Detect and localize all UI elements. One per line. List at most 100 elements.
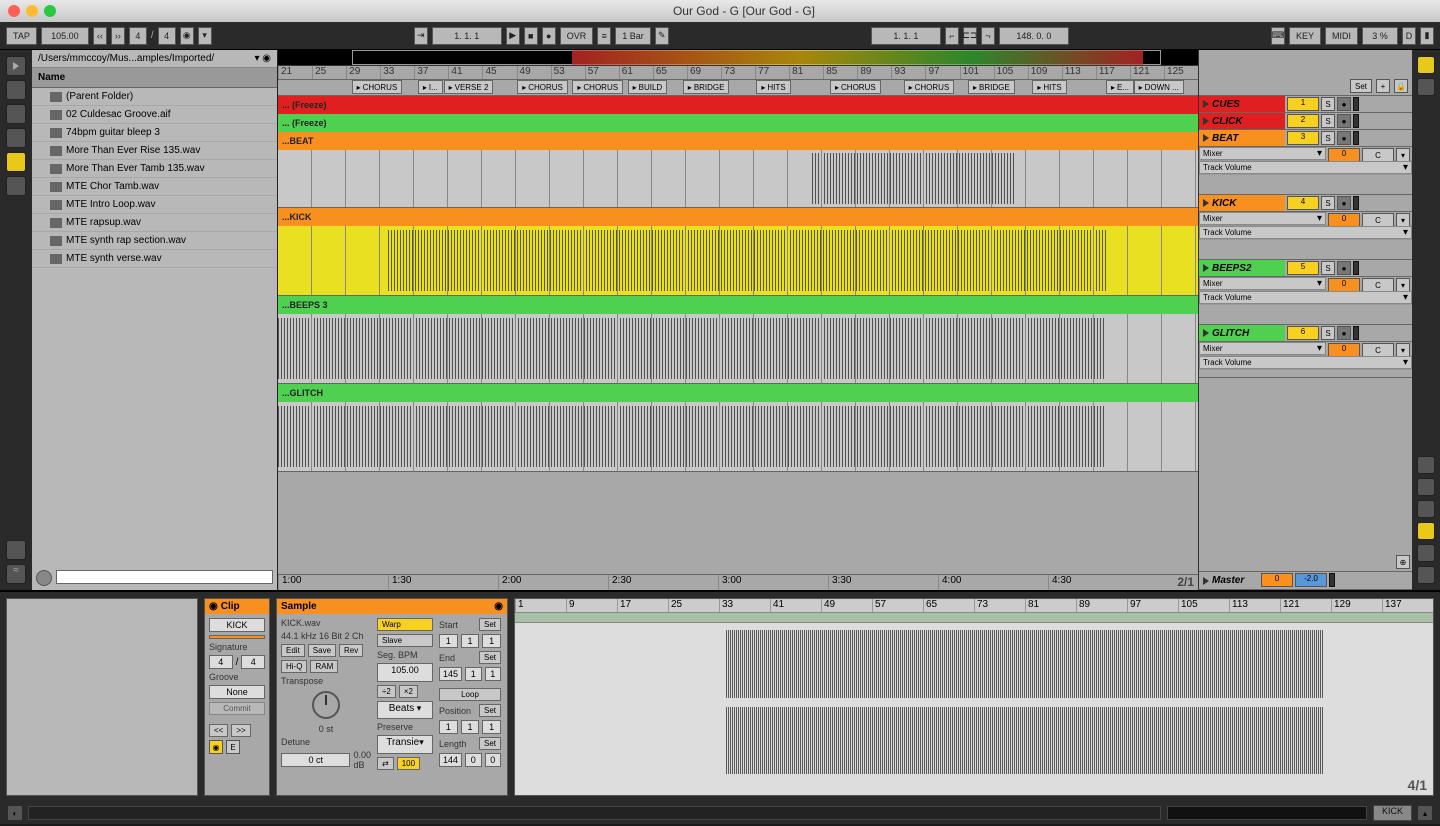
- send-field[interactable]: 0: [1328, 213, 1360, 227]
- locator-set-button[interactable]: Set: [1350, 79, 1372, 93]
- sample-reverse-button[interactable]: Rev: [339, 644, 363, 657]
- track-lane[interactable]: ...BEEPS 3: [278, 296, 1198, 314]
- end-field[interactable]: 1: [485, 667, 501, 681]
- expand-icon[interactable]: ▾: [1396, 213, 1410, 227]
- transients-select[interactable]: Transie▾: [377, 735, 433, 754]
- track-lane[interactable]: [278, 226, 1198, 296]
- locator-marker[interactable]: CHORUS: [352, 80, 403, 94]
- track-fold-icon[interactable]: [1203, 199, 1209, 207]
- segbpm-double-button[interactable]: ×2: [399, 685, 418, 698]
- track-name[interactable]: KICK: [1212, 198, 1236, 209]
- mixer-icon[interactable]: [1417, 522, 1435, 540]
- arrangement-view-icon[interactable]: [1417, 78, 1435, 96]
- loop-button[interactable]: ⊏⊐: [963, 27, 977, 45]
- track-delay-icon[interactable]: [1417, 544, 1435, 562]
- master-send[interactable]: 0: [1261, 573, 1293, 587]
- follow-button[interactable]: ⇥: [414, 27, 428, 45]
- segbpm-half-button[interactable]: ÷2: [377, 685, 396, 698]
- locator-lane[interactable]: CHORUSI...VERSE 2CHORUSCHORUSBUILDBRIDGE…: [278, 80, 1198, 96]
- quantize-menu[interactable]: 1 Bar: [615, 27, 651, 45]
- warp-mode-select[interactable]: Beats ▾: [377, 701, 433, 720]
- track-lane[interactable]: ...KICK: [278, 208, 1198, 226]
- track-number[interactable]: 5: [1287, 261, 1319, 275]
- punch-out-button[interactable]: ¬: [981, 27, 995, 45]
- close-window-button[interactable]: [8, 5, 20, 17]
- solo-button[interactable]: S: [1321, 131, 1335, 145]
- midi-map-button[interactable]: MIDI: [1325, 27, 1358, 45]
- track-lane[interactable]: ...BEAT: [278, 132, 1198, 150]
- locator-marker[interactable]: HITS: [756, 80, 790, 94]
- returns-icon[interactable]: [1417, 500, 1435, 518]
- locator-marker[interactable]: CHORUS: [830, 80, 881, 94]
- locator-marker[interactable]: BRIDGE: [683, 80, 730, 94]
- position-field[interactable]: 1: [461, 720, 480, 734]
- track-name[interactable]: GLITCH: [1212, 328, 1249, 339]
- draw-mode-button[interactable]: ✎: [655, 27, 669, 45]
- browser-item[interactable]: MTE Intro Loop.wav: [32, 196, 277, 214]
- track-fold-icon[interactable]: [1203, 264, 1209, 272]
- locator-marker[interactable]: CHORUS: [904, 80, 955, 94]
- tap-tempo-button[interactable]: TAP: [6, 27, 37, 45]
- track-name[interactable]: CLICK: [1212, 116, 1243, 127]
- track-lane[interactable]: ... (Freeze): [278, 114, 1198, 132]
- arm-button[interactable]: ●: [1337, 97, 1351, 111]
- solo-button[interactable]: S: [1321, 97, 1335, 111]
- track-lanes[interactable]: ... (Freeze)... (Freeze)...BEAT...KICK..…: [278, 96, 1198, 574]
- tempo-nudge-down-button[interactable]: ‹‹: [93, 27, 107, 45]
- solo-button[interactable]: S: [1321, 196, 1335, 210]
- pan-field[interactable]: C: [1362, 278, 1394, 292]
- time-ruler[interactable]: 1:001:302:002:303:003:304:004:302/1: [278, 574, 1198, 590]
- sends-icon[interactable]: [1417, 478, 1435, 496]
- sample-ram-button[interactable]: RAM: [310, 660, 338, 673]
- clip-prev-button[interactable]: <<: [209, 724, 228, 737]
- track-fold-icon[interactable]: [1203, 100, 1209, 108]
- track-number[interactable]: 3: [1287, 131, 1319, 145]
- master-play-icon[interactable]: [1203, 577, 1209, 585]
- tempo-field[interactable]: 105.00: [41, 27, 89, 45]
- browser-files-icon[interactable]: [6, 152, 26, 172]
- pan-field[interactable]: C: [1362, 343, 1394, 357]
- sample-edit-button[interactable]: Edit: [281, 644, 305, 657]
- mixer-select[interactable]: Mixer ▾: [1199, 212, 1326, 225]
- time-sig-denominator[interactable]: 4: [158, 27, 176, 45]
- play-session-icon[interactable]: [6, 56, 26, 76]
- loop-start-field[interactable]: 1. 1. 1: [871, 27, 941, 45]
- track-lane[interactable]: [278, 314, 1198, 384]
- clip-name-field[interactable]: KICK: [209, 618, 265, 632]
- search-icon[interactable]: [36, 570, 52, 586]
- metronome-button[interactable]: ◉: [180, 27, 194, 45]
- position-set-button[interactable]: Set: [479, 704, 501, 717]
- browser-hot-swap-icon[interactable]: [6, 176, 26, 196]
- locator-marker[interactable]: BUILD: [628, 80, 668, 94]
- groove-commit-button[interactable]: Commit: [209, 702, 265, 715]
- pan-field[interactable]: C: [1362, 148, 1394, 162]
- track-number[interactable]: 1: [1287, 97, 1319, 111]
- locator-marker[interactable]: VERSE 2: [444, 80, 494, 94]
- crossfade-icon[interactable]: [1417, 566, 1435, 584]
- send-field[interactable]: 0: [1328, 343, 1360, 357]
- loop-length-field[interactable]: 148. 0. 0: [999, 27, 1069, 45]
- help-view-button[interactable]: ◐: [8, 806, 22, 820]
- track-lane[interactable]: ...GLITCH: [278, 384, 1198, 402]
- track-number[interactable]: 2: [1287, 114, 1319, 128]
- start-field[interactable]: 1: [482, 634, 501, 648]
- browser-item[interactable]: MTE Chor Tamb.wav: [32, 178, 277, 196]
- zoom-window-button[interactable]: [44, 5, 56, 17]
- track-lane[interactable]: [278, 150, 1198, 208]
- stop-icon[interactable]: [6, 80, 26, 100]
- track-name[interactable]: BEEPS2: [1212, 263, 1251, 274]
- track-name[interactable]: BEAT: [1212, 133, 1238, 144]
- browser-item[interactable]: 02 Culdesac Groove.aif: [32, 106, 277, 124]
- arm-button[interactable]: ●: [1337, 131, 1351, 145]
- add-track-button[interactable]: ⊕: [1396, 555, 1410, 569]
- transpose-knob[interactable]: [312, 691, 340, 719]
- segbpm-field[interactable]: 105.00: [377, 663, 433, 682]
- solo-button[interactable]: S: [1321, 326, 1335, 340]
- locator-add-button[interactable]: +: [1376, 79, 1390, 93]
- locator-marker[interactable]: CHORUS: [517, 80, 568, 94]
- browser-item[interactable]: More Than Ever Tamb 135.wav: [32, 160, 277, 178]
- overdub-button[interactable]: OVR: [560, 27, 594, 45]
- volume-select[interactable]: Track Volume ▾: [1199, 291, 1412, 304]
- expand-icon[interactable]: ▾: [1396, 148, 1410, 162]
- bar-ruler[interactable]: 2125293337414549535761656973778185899397…: [278, 66, 1198, 80]
